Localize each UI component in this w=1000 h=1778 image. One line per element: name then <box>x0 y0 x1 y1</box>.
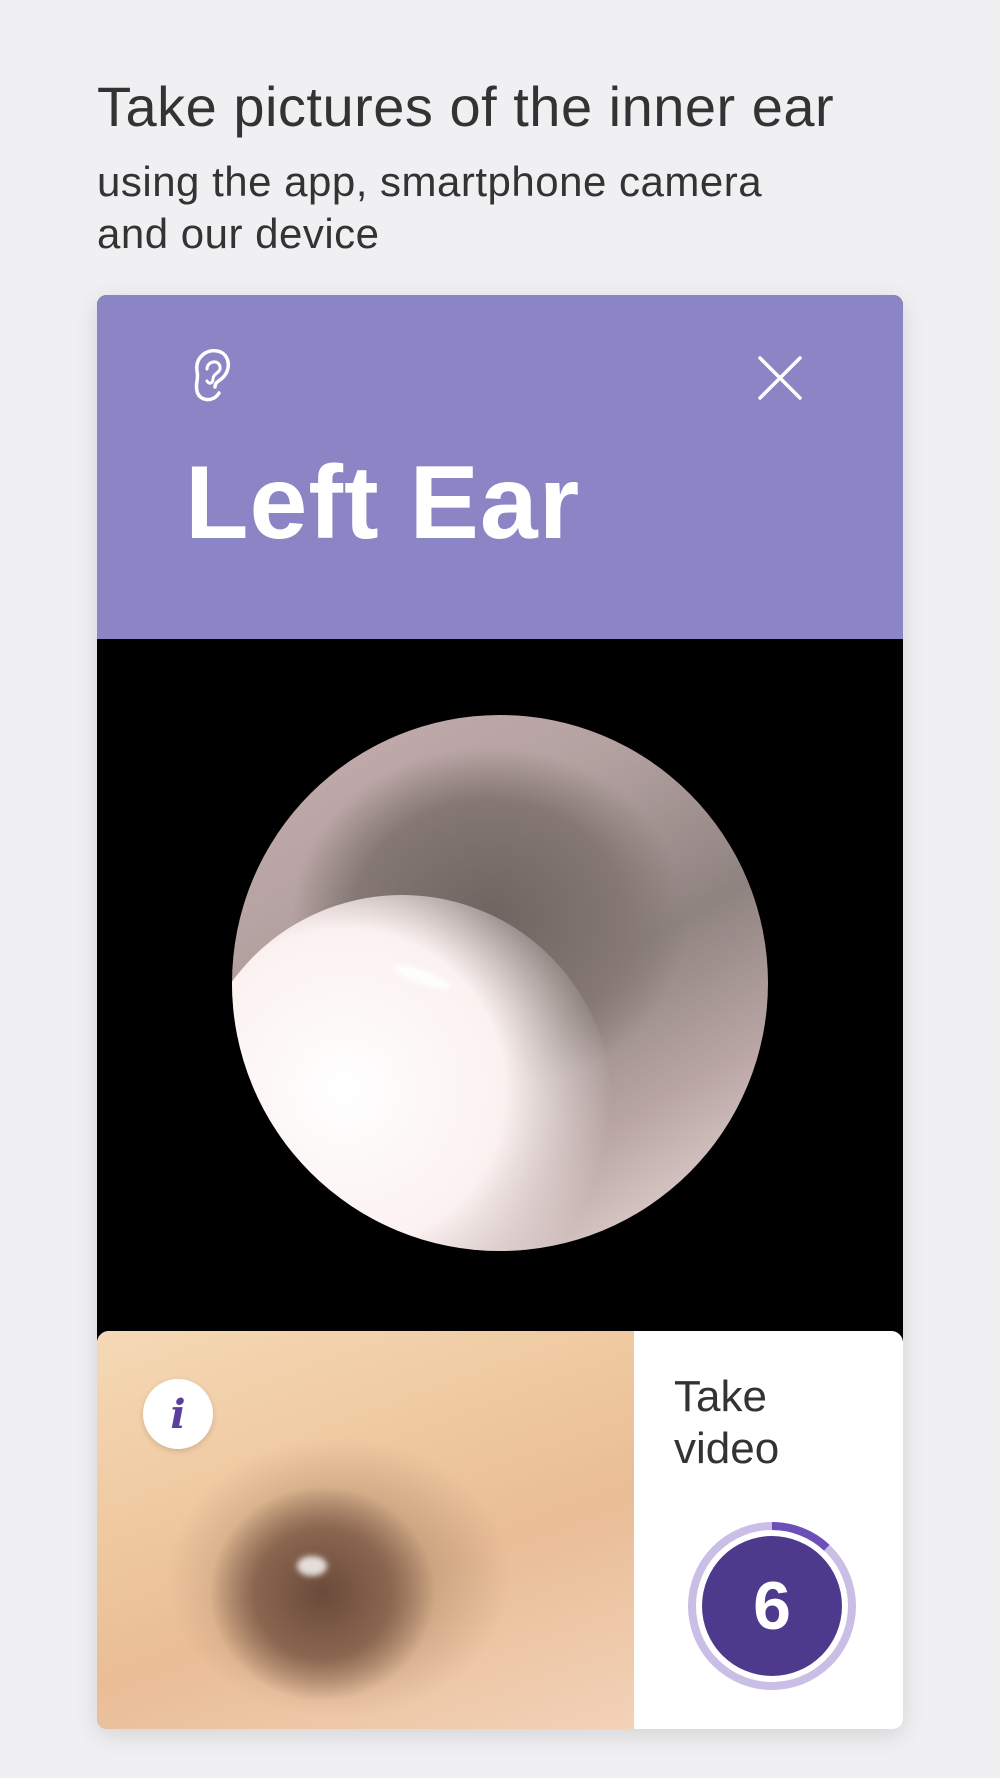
subheadline-line-1: using the app, smartphone camera <box>97 158 763 205</box>
camera-viewfinder <box>97 639 903 1329</box>
record-button[interactable] <box>687 1521 857 1691</box>
info-button[interactable]: i <box>143 1379 213 1449</box>
reference-ear-image: i <box>97 1331 634 1729</box>
close-icon[interactable] <box>757 355 803 401</box>
card-header: Left Ear <box>97 295 903 639</box>
take-video-label-line-1: Take <box>674 1372 767 1421</box>
bottom-panel: i Take video 6 <box>97 1331 903 1729</box>
subheadline-line-2: and our device <box>97 210 380 257</box>
take-video-label: Take video <box>674 1371 884 1475</box>
ear-icon <box>194 348 231 402</box>
page-headline: Take pictures of the inner ear <box>97 75 835 138</box>
info-icon: i <box>170 1390 186 1438</box>
card-title: Left Ear <box>185 445 581 561</box>
take-video-label-line-2: video <box>674 1424 780 1473</box>
page-subheadline: using the app, smartphone camera and our… <box>97 156 857 260</box>
take-video-area[interactable]: Take video 6 <box>634 1331 903 1729</box>
counter-fill <box>702 1536 842 1676</box>
otoscope-live-image <box>232 715 768 1251</box>
capture-card: Left Ear i Take video 6 <box>97 295 903 1729</box>
